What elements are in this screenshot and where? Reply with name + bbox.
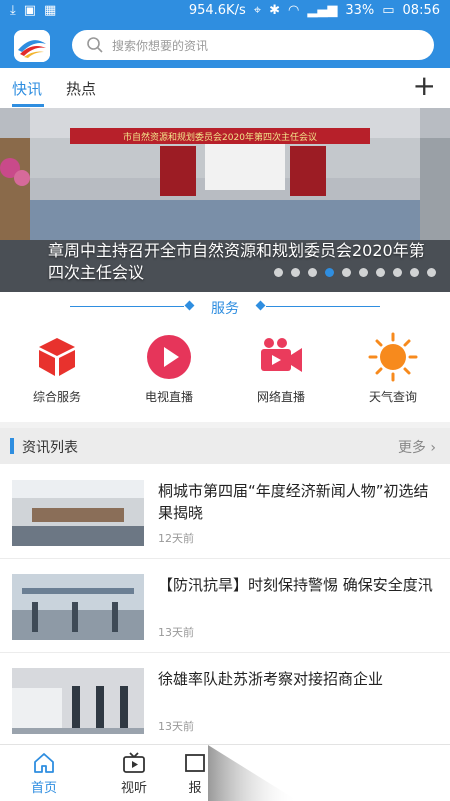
banner-carousel[interactable]: 市自然资源和规划委员会2020年第四次主任会议 章周中主持召开全市自然资源和规划…: [0, 108, 450, 292]
add-tab-icon[interactable]: +: [413, 72, 436, 100]
carousel-dots: [274, 268, 436, 277]
news-title: 徐雄率队赴苏浙考察对接招商企业: [158, 670, 384, 688]
list-item[interactable]: 【防汛抗旱】时刻保持警惕 确保安全度汛 13天前: [0, 558, 450, 653]
more-link[interactable]: 更多 ›: [398, 437, 436, 457]
search-input[interactable]: 搜索你想要的资讯: [112, 37, 208, 54]
sun-icon: [368, 332, 418, 382]
news-list: 桐城市第四届“年度经济新闻人物”初选结果揭晓 12天前 【防汛抗旱】时刻保持警惕…: [0, 464, 450, 744]
nav-newspaper[interactable]: 报: [180, 751, 210, 796]
carousel-dot[interactable]: [274, 268, 283, 277]
search-icon: [87, 37, 103, 53]
service-weather[interactable]: 天气查询: [348, 332, 438, 405]
service-label: 电视直播: [144, 390, 193, 404]
service-general[interactable]: 综合服务: [12, 332, 102, 405]
tv-icon: [122, 751, 146, 775]
service-web-live[interactable]: 网络直播: [236, 332, 326, 405]
service-tv-live[interactable]: 电视直播: [124, 332, 214, 405]
news-time: 13天前: [158, 720, 194, 733]
bottom-nav: 首页 视听 报: [0, 744, 450, 801]
newspaper-icon: [183, 751, 207, 775]
section-marker: [10, 438, 14, 454]
download-icon: ⤓: [10, 3, 16, 18]
carousel-dot[interactable]: [342, 268, 351, 277]
news-section-header: 资讯列表 更多 ›: [0, 428, 450, 464]
list-item[interactable]: 徐雄率队赴苏浙考察对接招商企业 13天前: [0, 652, 450, 746]
scroll-overlay: [208, 745, 298, 801]
home-icon: [32, 751, 56, 775]
location-icon: ⌖: [253, 3, 262, 18]
video-camera-icon: [256, 332, 306, 382]
carousel-dot[interactable]: [410, 268, 419, 277]
search-bar[interactable]: 搜索你想要的资讯: [72, 30, 434, 60]
app-logo[interactable]: [14, 30, 50, 62]
news-title: 【防汛抗旱】时刻保持警惕 确保安全度汛: [158, 576, 433, 594]
signal-icon: ▂▄▆: [307, 3, 338, 18]
play-icon: [144, 332, 194, 382]
news-title: 桐城市第四届“年度经济新闻人物”初选结果揭晓: [158, 482, 429, 522]
banner-sign-text: 市自然资源和规划委员会2020年第四次主任会议: [123, 131, 317, 143]
nav-media[interactable]: 视听: [104, 751, 164, 796]
news-thumbnail: [12, 668, 144, 734]
category-tabs: 快讯 热点 +: [0, 68, 450, 109]
app-header: 搜索你想要的资讯: [0, 24, 450, 68]
image-icon: ▣: [23, 3, 37, 18]
battery-icon: ▭: [382, 3, 395, 18]
nav-label: 报: [188, 781, 202, 796]
list-item[interactable]: 桐城市第四届“年度经济新闻人物”初选结果揭晓 12天前: [0, 464, 450, 559]
services-section: 服务 综合服务 电视直播 网络直播 天气查询: [0, 292, 450, 422]
divider: [266, 306, 380, 307]
network-speed: 954.6K/s: [188, 3, 246, 18]
carousel-dot[interactable]: [427, 268, 436, 277]
status-bar: ⤓ ▣ ▦ 954.6K/s ⌖ ✱ ◠ ▂▄▆ 33% ▭ 08:56: [0, 0, 450, 24]
carousel-dot[interactable]: [308, 268, 317, 277]
service-label: 天气查询: [368, 390, 417, 404]
battery-level: 33%: [345, 3, 375, 18]
tab-indicator: [12, 104, 44, 107]
cube-icon: [32, 332, 82, 382]
carousel-dot[interactable]: [325, 268, 334, 277]
news-thumbnail: [12, 480, 144, 546]
news-thumbnail: [12, 574, 144, 640]
carousel-dot[interactable]: [291, 268, 300, 277]
chevron-right-icon: ›: [430, 440, 436, 456]
carousel-dot[interactable]: [359, 268, 368, 277]
tab-kuaixun[interactable]: 快讯: [12, 78, 42, 99]
news-section-title: 资讯列表: [22, 440, 78, 456]
nav-label: 首页: [30, 781, 57, 796]
carousel-dot[interactable]: [376, 268, 385, 277]
photo-icon: ▦: [44, 3, 57, 18]
service-label: 综合服务: [32, 390, 81, 404]
services-title: 服务: [211, 301, 239, 317]
nav-label: 视听: [120, 781, 147, 796]
clock: 08:56: [402, 3, 440, 18]
carousel-dot[interactable]: [393, 268, 402, 277]
tab-redian[interactable]: 热点: [66, 78, 96, 99]
nav-home[interactable]: 首页: [14, 751, 74, 796]
news-time: 13天前: [158, 626, 194, 639]
bluetooth-icon: ✱: [269, 3, 280, 18]
news-time: 12天前: [158, 532, 194, 545]
wifi-icon: ◠: [287, 3, 300, 18]
banner-title[interactable]: 章周中主持召开全市自然资源和规划委员会2020年第四次主任会议: [48, 240, 428, 284]
service-label: 网络直播: [256, 390, 305, 404]
